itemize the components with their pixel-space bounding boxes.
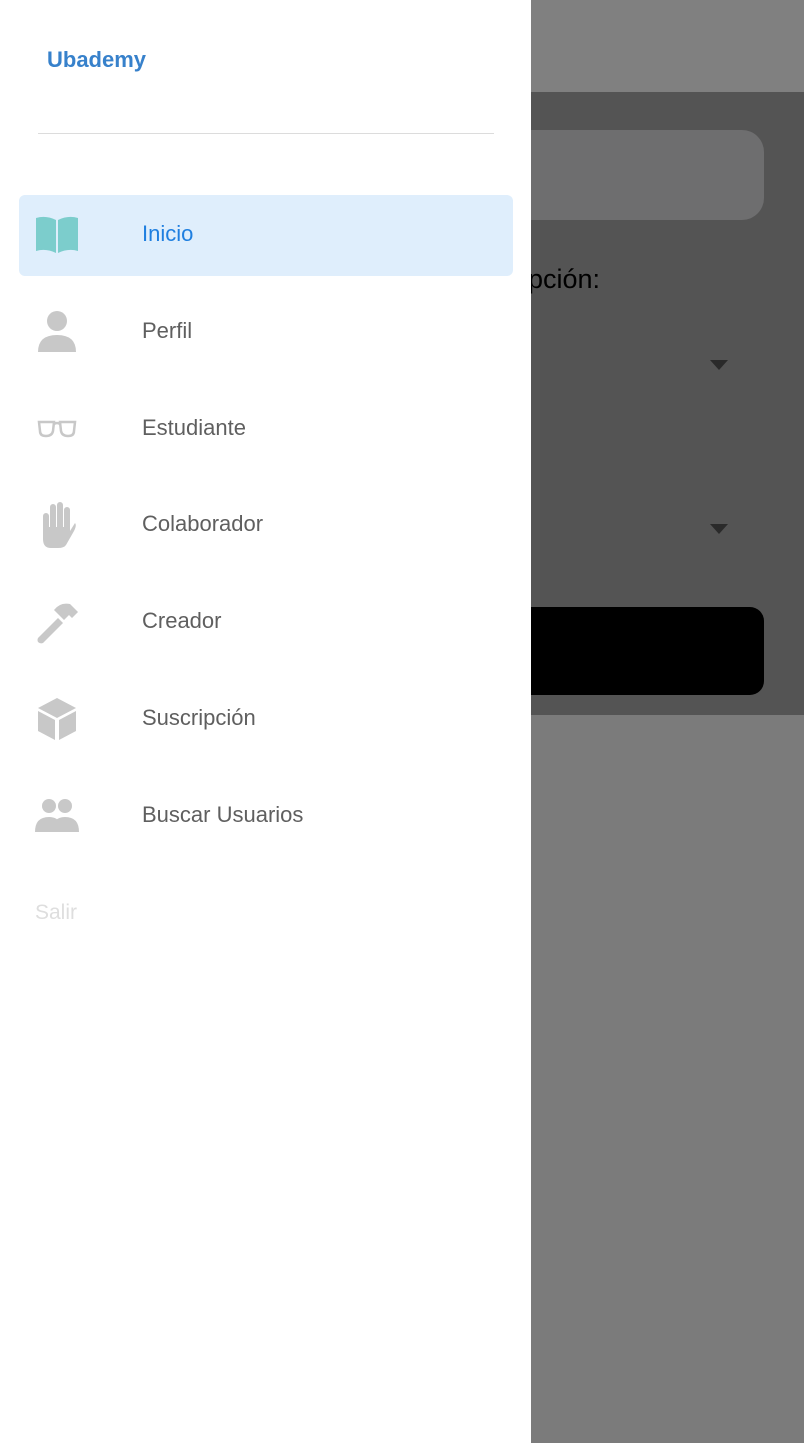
nav-item-buscar-usuarios[interactable]: Buscar Usuarios: [19, 776, 513, 857]
person-icon: [33, 310, 81, 354]
chevron-down-icon: [710, 360, 728, 370]
nav-label: Creador: [142, 608, 222, 633]
nav-item-inicio[interactable]: Inicio: [19, 195, 513, 276]
users-icon: [33, 794, 81, 838]
nav-label: Inicio: [142, 221, 194, 246]
nav-label: Estudiante: [142, 415, 246, 440]
navigation-drawer: Ubademy Inicio Perfil Estudiante Colabor…: [0, 0, 531, 1443]
cube-icon: [33, 697, 81, 741]
nav-item-creador[interactable]: Creador: [19, 582, 513, 663]
nav-item-perfil[interactable]: Perfil: [19, 292, 513, 373]
nav-label: Suscripción: [142, 705, 256, 730]
book-open-icon: [33, 213, 81, 257]
nav-item-estudiante[interactable]: Estudiante: [19, 389, 513, 470]
glasses-icon: [33, 407, 81, 451]
nav-item-suscripcion[interactable]: Suscripción: [19, 679, 513, 760]
logout-button[interactable]: Salir: [35, 901, 77, 925]
chevron-down-icon: [710, 524, 728, 534]
hammer-icon: [33, 600, 81, 644]
hand-icon: [33, 502, 81, 548]
nav-item-colaborador[interactable]: Colaborador: [19, 485, 513, 566]
drawer-divider: [38, 133, 494, 134]
drawer-title: Ubademy: [47, 47, 147, 72]
nav-label: Buscar Usuarios: [142, 802, 304, 827]
nav-label: Perfil: [142, 318, 193, 343]
nav-label: Colaborador: [142, 511, 264, 536]
screen: pción: Ubademy Inicio Perfil Estudiante …: [0, 0, 804, 1443]
